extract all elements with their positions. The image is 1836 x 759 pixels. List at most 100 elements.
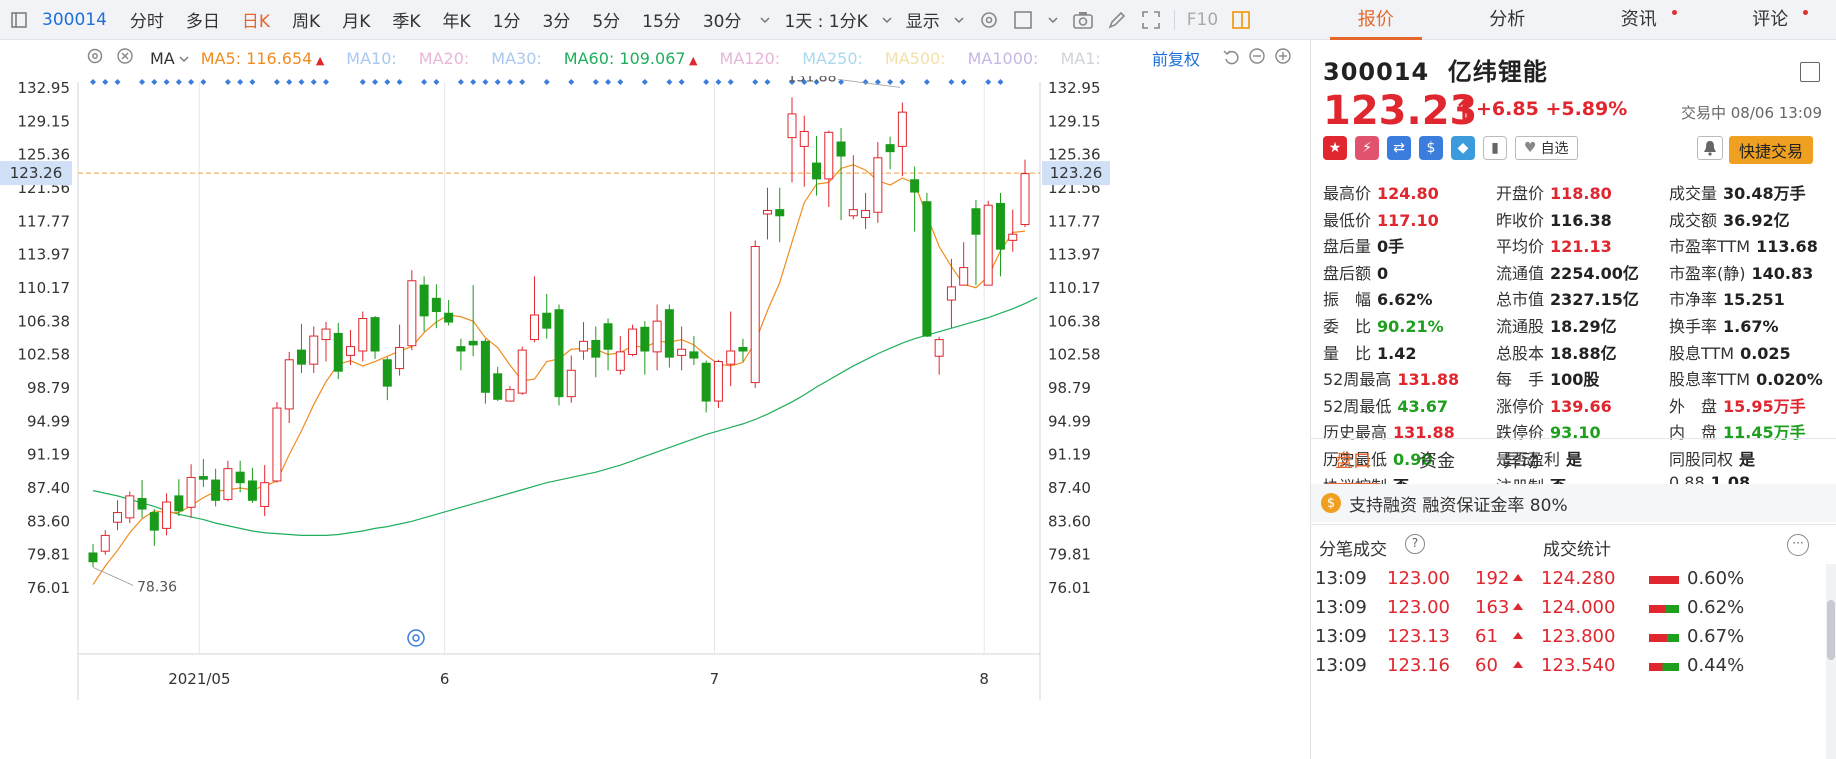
candle-body[interactable] xyxy=(848,209,858,217)
candle-body[interactable] xyxy=(652,320,662,353)
bookmark-icon[interactable]: ▮ xyxy=(1483,136,1507,160)
event-marker-icon[interactable] xyxy=(90,79,96,85)
help-icon[interactable]: ? xyxy=(1405,534,1425,554)
interval-select[interactable]: 1天 : 1分K xyxy=(778,7,873,32)
event-marker-icon[interactable] xyxy=(298,79,305,85)
candle-body[interactable] xyxy=(775,209,785,217)
zoom-in-icon[interactable] xyxy=(1274,47,1292,69)
right-tab[interactable]: 分析 xyxy=(1442,0,1574,40)
candle-body[interactable] xyxy=(946,286,956,301)
right-tab[interactable]: 报价 xyxy=(1310,0,1442,40)
event-marker-icon[interactable] xyxy=(592,79,599,85)
candle-body[interactable] xyxy=(615,351,625,371)
candle-body[interactable] xyxy=(566,369,576,398)
event-marker-icon[interactable] xyxy=(948,79,955,85)
event-marker-icon[interactable] xyxy=(506,79,513,85)
candle-body[interactable] xyxy=(358,318,368,352)
candle-body[interactable] xyxy=(223,468,233,500)
period-tab[interactable]: 30分 xyxy=(692,7,753,32)
period-tab[interactable]: 15分 xyxy=(631,7,692,32)
candle-body[interactable] xyxy=(137,498,147,510)
candle-body[interactable] xyxy=(431,297,441,312)
side-panel-icon[interactable] xyxy=(1224,5,1258,35)
candlestick-chart[interactable]: 132.95 132.95129.15 129.15125.36 125.36121.… xyxy=(0,76,1310,759)
ma-legend-item[interactable]: MA10: xyxy=(346,49,397,68)
chevron-down-icon[interactable] xyxy=(948,9,970,31)
candle-body[interactable] xyxy=(480,340,490,393)
ma-legend-item[interactable]: MA500: xyxy=(885,49,946,68)
event-marker-icon[interactable] xyxy=(114,79,121,85)
candle-body[interactable] xyxy=(542,312,552,329)
right-tab[interactable]: 评论 xyxy=(1705,0,1836,40)
candle-body[interactable] xyxy=(799,130,809,147)
candle-body[interactable] xyxy=(959,267,969,286)
event-marker-icon[interactable] xyxy=(641,79,648,85)
candle-body[interactable] xyxy=(419,284,429,317)
chevron-down-icon[interactable] xyxy=(179,49,191,68)
chevron-down-icon[interactable] xyxy=(754,9,776,31)
candle-body[interactable] xyxy=(162,501,172,529)
candle-body[interactable] xyxy=(395,346,405,370)
candle-body[interactable] xyxy=(149,512,159,531)
event-marker-icon[interactable] xyxy=(764,79,771,85)
event-marker-icon[interactable] xyxy=(494,79,501,85)
candle-body[interactable] xyxy=(370,317,380,352)
candle-body[interactable] xyxy=(971,208,981,235)
candle-body[interactable] xyxy=(125,495,135,519)
candle-body[interactable] xyxy=(554,309,564,398)
settings-icon[interactable] xyxy=(972,5,1006,35)
undo-icon[interactable] xyxy=(1222,47,1240,69)
event-marker-icon[interactable] xyxy=(715,79,722,85)
settings-icon[interactable] xyxy=(86,47,106,69)
candle-body[interactable] xyxy=(260,482,270,507)
candle-body[interactable] xyxy=(309,335,319,365)
candle-body[interactable] xyxy=(529,314,539,341)
dollar-icon[interactable]: $ xyxy=(1419,136,1443,160)
candle-body[interactable] xyxy=(88,552,98,563)
candle-body[interactable] xyxy=(910,179,920,193)
close-icon[interactable] xyxy=(116,47,136,69)
event-marker-icon[interactable] xyxy=(960,79,967,85)
event-marker-icon[interactable] xyxy=(997,79,1004,85)
candle-body[interactable] xyxy=(579,340,589,352)
bell-icon[interactable] xyxy=(1697,136,1723,160)
candle-body[interactable] xyxy=(505,389,515,402)
panel-menu-icon[interactable] xyxy=(1800,62,1820,82)
camera-icon[interactable] xyxy=(1066,5,1100,35)
candle-body[interactable] xyxy=(284,359,294,410)
event-marker-icon[interactable] xyxy=(323,79,329,85)
event-marker-icon[interactable] xyxy=(102,79,109,85)
period-tab[interactable]: 5分 xyxy=(581,7,631,32)
period-tab[interactable]: 日K xyxy=(231,7,281,32)
stats-list[interactable]: 124.280 0.60% 124.000 0.62% 123.800 0.67% 123.… xyxy=(1541,564,1821,759)
candle-body[interactable] xyxy=(493,373,503,400)
candle-body[interactable] xyxy=(296,349,306,365)
candle-body[interactable] xyxy=(1020,173,1030,226)
candle-body[interactable] xyxy=(186,476,196,508)
ma-legend-item[interactable]: MA5: 116.654 ▲ xyxy=(201,49,325,68)
period-tab[interactable]: 多日 xyxy=(175,7,231,32)
event-marker-icon[interactable] xyxy=(519,79,526,85)
candle-body[interactable] xyxy=(885,144,895,153)
candle-body[interactable] xyxy=(456,346,466,352)
candle-body[interactable] xyxy=(468,340,478,346)
candle-body[interactable] xyxy=(726,350,736,365)
scrollbar-thumb[interactable] xyxy=(1827,600,1835,660)
event-marker-icon[interactable] xyxy=(482,79,489,85)
candle-body[interactable] xyxy=(333,332,343,372)
event-marker-icon[interactable] xyxy=(433,79,440,85)
candle-body[interactable] xyxy=(750,246,760,384)
event-marker-icon[interactable] xyxy=(727,79,734,85)
event-marker-icon[interactable] xyxy=(666,79,673,85)
candle-body[interactable] xyxy=(321,328,331,341)
event-marker-icon[interactable] xyxy=(752,79,759,85)
candle-body[interactable] xyxy=(444,312,454,323)
candle-body[interactable] xyxy=(824,131,834,180)
candle-body[interactable] xyxy=(174,495,184,512)
at-marker-icon[interactable] xyxy=(407,629,425,647)
event-marker-icon[interactable] xyxy=(175,79,182,85)
period-tab[interactable]: 分时 xyxy=(119,7,175,32)
event-marker-icon[interactable] xyxy=(151,79,158,85)
event-marker-icon[interactable] xyxy=(310,79,317,85)
event-marker-icon[interactable] xyxy=(703,79,710,85)
